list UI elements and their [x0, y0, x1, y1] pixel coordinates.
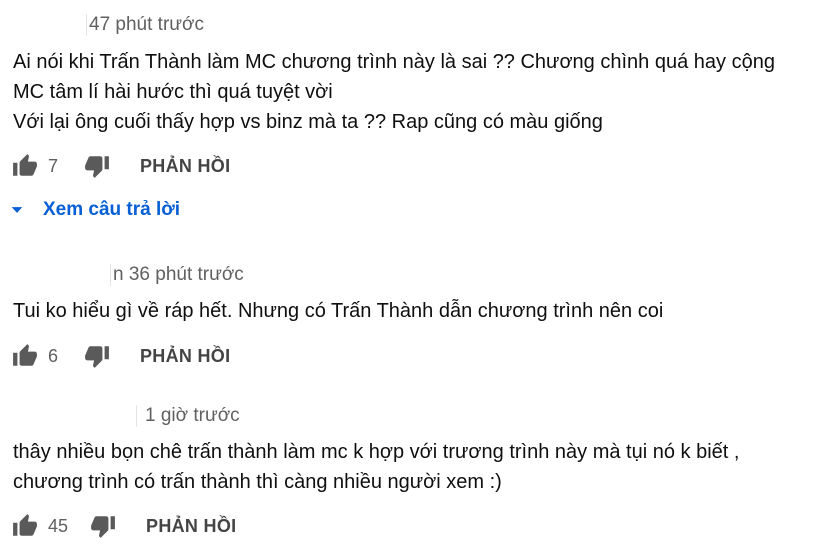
- reply-button[interactable]: PHẢN HỒI: [140, 346, 230, 367]
- like-count: 6: [48, 345, 59, 366]
- comment-actions: 7 PHẢN HỒI: [12, 151, 230, 181]
- reply-button[interactable]: PHẢN HỒI: [140, 156, 230, 177]
- thumb-up-icon[interactable]: [12, 513, 38, 539]
- thumb-up-icon[interactable]: [12, 343, 38, 369]
- view-replies-label: Xem câu trả lời: [43, 199, 181, 220]
- like-count: 45: [48, 515, 69, 536]
- comment-timestamp[interactable]: n 36 phút trước: [113, 264, 244, 286]
- author-name-redacted: [0, 405, 137, 427]
- comment-text: Ai nói khi Trấn Thành làm MC chương trìn…: [13, 51, 775, 133]
- comment-text: thây nhiều bọn chê trấn thành làm mc k h…: [13, 441, 740, 493]
- comment-actions: 6 PHẢN HỒI: [12, 341, 230, 371]
- comment-text: Tui ko hiểu gì về ráp hết. Nhưng có Trấn…: [13, 300, 664, 322]
- comment-header: n 36 phút trước: [0, 263, 244, 287]
- comment-timestamp[interactable]: 1 giờ trước: [145, 405, 240, 427]
- comment-timestamp[interactable]: 47 phút trước: [89, 14, 204, 36]
- thumb-down-icon[interactable]: [90, 513, 116, 539]
- comment-header: 47 phút trước: [0, 13, 204, 37]
- like-count: 7: [48, 155, 59, 176]
- thumb-down-icon[interactable]: [84, 153, 110, 179]
- caret-down-icon: [11, 207, 23, 213]
- comment-header: 1 giờ trước: [0, 404, 240, 428]
- thumb-down-icon[interactable]: [84, 343, 110, 369]
- reply-button[interactable]: PHẢN HỒI: [146, 516, 236, 537]
- author-name-redacted: [0, 14, 87, 36]
- comment-actions: 45 PHẢN HỒI: [12, 511, 236, 541]
- author-name-redacted: [0, 264, 111, 286]
- thumb-up-icon[interactable]: [12, 153, 38, 179]
- view-replies-button[interactable]: Xem câu trả lời: [10, 195, 180, 225]
